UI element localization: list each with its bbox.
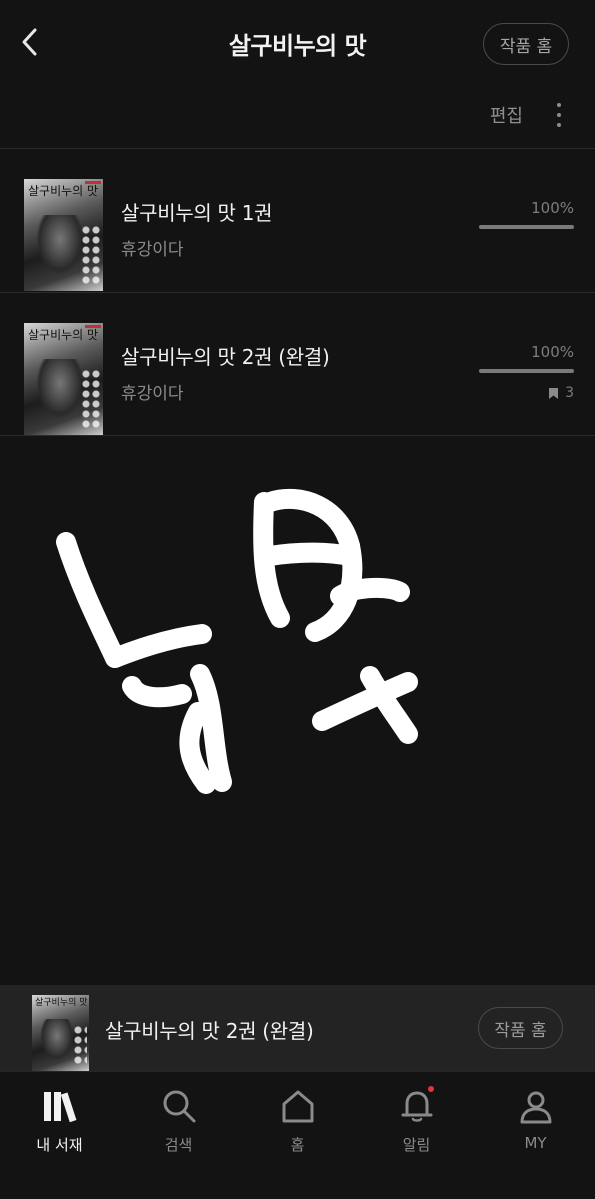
notification-dot [427,1086,434,1092]
more-dot-icon [557,123,561,127]
nav-item-my[interactable]: MY [476,1086,595,1166]
book-cover: 살구비누의 맛 [32,995,89,1071]
cover-flowers [81,225,101,285]
nav-label: 검색 [164,1136,193,1154]
cover-flowers [73,1025,87,1065]
series-home-button[interactable]: 작품 홈 [483,23,569,65]
book-title: 살구비누의 맛 2권 (완결) [121,345,330,369]
more-dot-icon [557,113,561,117]
header: 살구비누의 맛 작품 홈 [0,0,595,88]
progress-bar [479,369,574,373]
search-icon [159,1086,199,1126]
nav-item-search[interactable]: 검색 [119,1086,238,1166]
book-row[interactable]: 살구비누의 맛 살구비누의 맛 1권 휴강이다 100% [0,149,595,292]
book-author: 휴강이다 [121,240,184,260]
cover-title: 살구비누의 맛 [35,998,88,1008]
series-home-button[interactable]: 작품 홈 [478,1007,563,1049]
more-options-button[interactable] [547,100,571,130]
bookmark-icon [549,387,559,399]
nav-label: 홈 [290,1136,305,1154]
nav-item-notifications[interactable]: 알림 [357,1086,476,1166]
now-reading-title: 살구비누의 맛 2권 (완결) [105,1019,314,1043]
profile-icon [516,1086,556,1126]
more-dot-icon [557,103,561,107]
home-icon [278,1086,318,1126]
library-icon [40,1086,80,1126]
edit-button[interactable]: 편집 [490,102,523,128]
book-author: 휴강이다 [121,384,184,404]
nav-item-home[interactable]: 홈 [238,1086,357,1166]
book-cover: 살구비누의 맛 [24,179,103,291]
progress-fill [479,369,574,373]
book-title: 살구비누의 맛 1권 [121,201,273,225]
cover-title: 살구비누의 맛 [28,184,99,198]
cover-flowers [81,369,101,429]
progress-percent: 100% [531,199,574,217]
now-reading-bar[interactable]: 살구비누의 맛 살구비누의 맛 2권 (완결) 작품 홈 [0,985,595,1071]
bell-icon [397,1086,437,1126]
bottom-navigation: 내 서재 검색 홈 알림 MY [0,1071,595,1199]
book-row[interactable]: 살구비누의 맛 살구비누의 맛 2권 (완결) 휴강이다 100% 3 [0,293,595,436]
nav-label: 알림 [402,1136,431,1154]
bookmark-count: 3 [548,385,574,401]
nav-label: MY [524,1134,547,1152]
handwritten-scribble [56,488,418,794]
nav-item-library[interactable]: 내 서재 [0,1086,119,1166]
bookmark-count-value: 3 [565,385,574,401]
cover-figures [36,359,84,419]
nav-label: 내 서재 [36,1136,83,1154]
book-cover: 살구비누의 맛 [24,323,103,435]
progress-fill [479,225,574,229]
cover-figures [40,1019,74,1061]
toolbar: 편집 [0,88,595,148]
cover-figures [36,215,84,275]
cover-title: 살구비누의 맛 [28,328,99,342]
progress-bar [479,225,574,229]
progress-percent: 100% [531,343,574,361]
